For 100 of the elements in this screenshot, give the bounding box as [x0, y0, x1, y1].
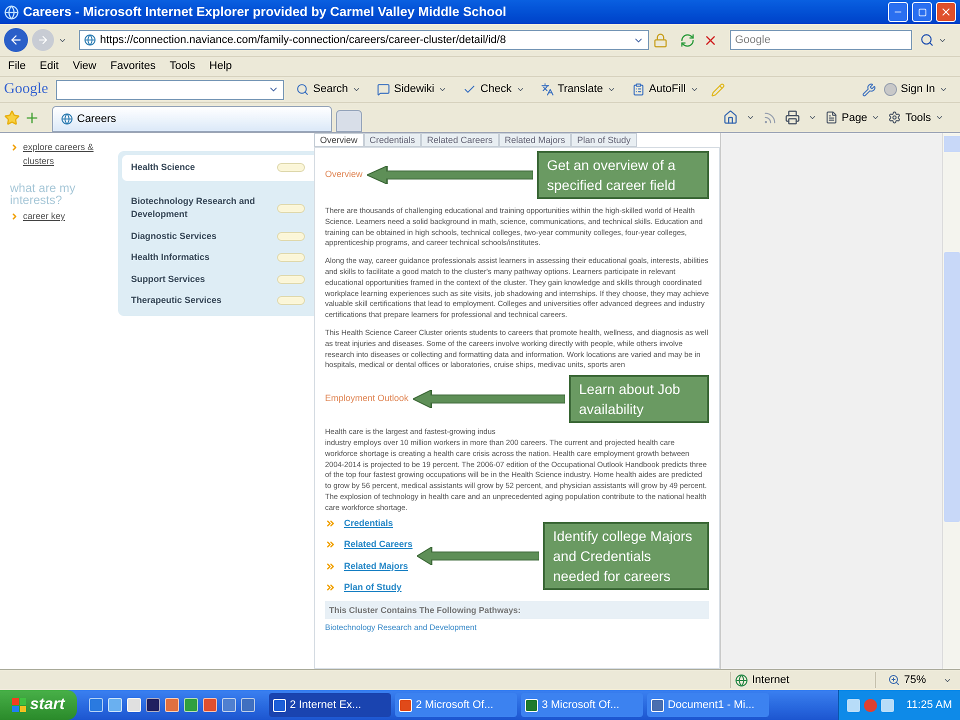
toolbar-button[interactable]: Sidewiki [373, 81, 452, 98]
feed-icon[interactable] [762, 110, 777, 125]
restore-button[interactable] [912, 2, 932, 22]
double-chevron-icon [325, 560, 336, 572]
app-icon [524, 698, 538, 712]
toolbar-button[interactable]: Search [292, 81, 366, 98]
favorites-star-icon[interactable] [4, 110, 20, 126]
menu-item[interactable]: Help [209, 58, 232, 75]
content-tab[interactable]: Related Majors [498, 133, 572, 147]
toggle-icon[interactable] [277, 253, 305, 262]
refresh-icon[interactable] [680, 32, 695, 48]
app-icon [650, 698, 664, 712]
toggle-icon[interactable] [277, 274, 305, 284]
caret-icon [690, 85, 699, 94]
toolbar-search-field[interactable] [56, 80, 284, 100]
quick-launch-icon[interactable] [240, 698, 255, 712]
zoom-icon[interactable] [888, 674, 900, 686]
pathway-item[interactable]: Health Science [122, 155, 314, 180]
pathway-item[interactable]: Health Informatics [122, 248, 314, 268]
scrollbar-thumb[interactable] [944, 252, 960, 522]
quick-launch-icon[interactable] [202, 698, 217, 712]
speech-bubble-icon [377, 83, 390, 96]
arrow-icon [366, 166, 533, 184]
nav-link[interactable]: career key [23, 210, 66, 224]
pathway-link[interactable]: Biotechnology Research and Development [325, 622, 709, 634]
quick-launch-icon[interactable] [88, 698, 103, 712]
taskbar-button[interactable]: 2 Internet Ex... [268, 693, 391, 717]
address-field[interactable]: https://connection.naviance.com/family-connection/careers/career-cluster/detail/id/8 [79, 30, 649, 50]
quick-launch-icon[interactable] [146, 698, 160, 712]
scrollbar[interactable] [942, 133, 960, 669]
back-button[interactable] [4, 28, 28, 52]
arrow-icon [416, 546, 539, 565]
pathways-heading: This Cluster Contains The Following Pathways: [325, 600, 709, 620]
pathway-item[interactable]: Therapeutic Services [122, 291, 314, 310]
new-tab-button[interactable] [336, 110, 362, 132]
content-tab[interactable]: Related Careers [421, 133, 499, 147]
section-link[interactable]: Plan of Study [344, 581, 402, 595]
minimize-button[interactable] [888, 2, 908, 22]
close-icon [940, 6, 952, 18]
search-field[interactable]: Google [730, 30, 912, 50]
quick-launch-icon[interactable] [164, 698, 179, 712]
add-favorite-icon[interactable] [24, 110, 40, 126]
globe-icon [4, 4, 19, 20]
wrench-icon[interactable] [862, 82, 876, 96]
content-tab[interactable]: Plan of Study [571, 133, 637, 147]
pathway-item[interactable]: Diagnostic Services [122, 226, 314, 246]
google-logo: Google [4, 80, 48, 100]
tray-icon[interactable] [847, 698, 860, 712]
menu-item[interactable]: Favorites [110, 58, 156, 75]
app-icon [398, 698, 412, 712]
command-button[interactable]: Page [824, 110, 880, 126]
menu-item[interactable]: File [8, 58, 26, 75]
printer-icon[interactable] [784, 110, 800, 126]
taskbar-button[interactable]: 2 Microsoft Of... [394, 693, 517, 717]
chevron-icon [10, 143, 19, 152]
restore-icon [918, 8, 926, 16]
search-icon [296, 83, 310, 96]
close-button[interactable] [936, 2, 956, 22]
caret-icon [352, 85, 362, 94]
quick-launch-icon[interactable] [108, 698, 122, 712]
browser-tab[interactable]: Careers [52, 106, 332, 132]
chevron-icon [10, 212, 19, 221]
url-text: https://connection.naviance.com/family-connection/careers/career-cluster/detail/id/8 [100, 32, 507, 48]
quick-launch-icon[interactable] [126, 698, 141, 712]
quick-launch-icon[interactable] [222, 698, 236, 712]
taskbar-button[interactable]: 3 Microsoft Of... [520, 693, 643, 717]
content-tab[interactable]: Credentials [364, 133, 422, 147]
home-icon[interactable] [722, 110, 738, 126]
toolbar-button[interactable]: AutoFill [628, 81, 703, 98]
toggle-icon[interactable] [277, 204, 305, 212]
taskbar-button[interactable]: Document1 - Mi... [646, 693, 769, 717]
windows-logo-icon [12, 698, 26, 712]
forward-arrow-icon [37, 34, 49, 46]
callout: Learn about Job availability [569, 375, 709, 424]
sign-in-button[interactable]: Sign In [884, 81, 956, 98]
pathway-item[interactable]: Biotechnology Research and Development [122, 192, 314, 224]
caret-icon [607, 85, 616, 94]
toggle-icon[interactable] [277, 163, 305, 172]
toolbar-button[interactable]: Translate [536, 81, 620, 98]
section-link[interactable]: Related Majors [344, 560, 408, 574]
toggle-icon[interactable] [277, 296, 305, 306]
settings-icon [888, 111, 902, 124]
tray-icon[interactable] [881, 698, 894, 712]
section-link[interactable]: Credentials [344, 516, 394, 530]
toolbar-button[interactable]: Check [459, 81, 529, 98]
quick-launch-icon[interactable] [184, 698, 198, 712]
zoom-level[interactable]: 75% [904, 672, 926, 688]
menu-item[interactable]: Edit [40, 58, 59, 75]
tray-icon[interactable] [864, 698, 878, 712]
pathway-item[interactable]: Support Services [122, 270, 314, 289]
nav-link[interactable]: explore careers & clusters [23, 141, 103, 168]
search-icon[interactable] [920, 33, 934, 47]
section-link[interactable]: Related Careers [344, 538, 413, 552]
command-button[interactable]: Tools [888, 110, 944, 126]
content-tab[interactable]: Overview [314, 133, 364, 147]
menu-item[interactable]: View [72, 58, 96, 75]
pencil-icon[interactable] [710, 82, 725, 96]
toggle-icon[interactable] [277, 232, 305, 241]
menu-item[interactable]: Tools [170, 58, 196, 75]
double-chevron-icon [325, 582, 336, 594]
